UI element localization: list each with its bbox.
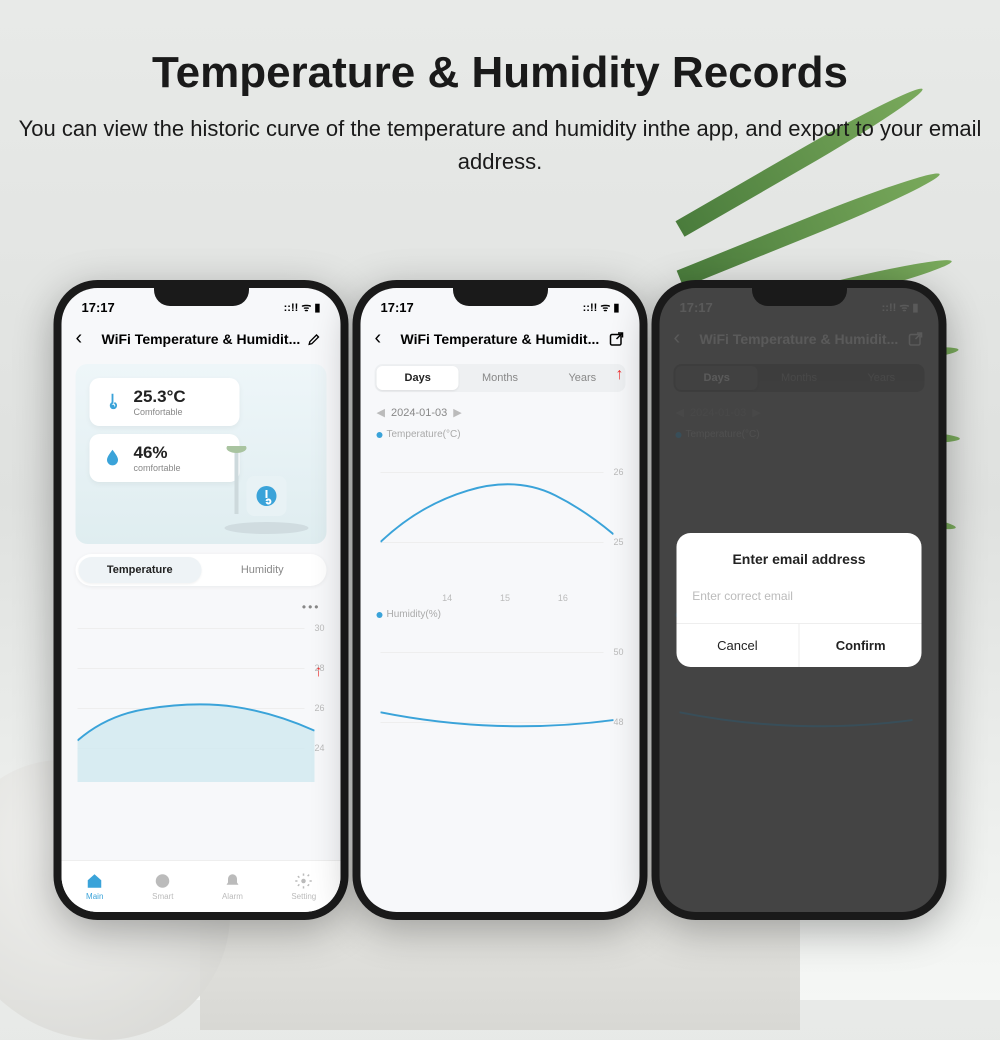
y-tick: 24 — [314, 743, 324, 753]
email-modal: Enter email address Enter correct email … — [676, 533, 922, 667]
y-tick: 30 — [314, 623, 324, 633]
y-tick: 48 — [613, 717, 623, 727]
humidity-history-chart[interactable]: 50 48 — [369, 622, 632, 787]
droplet-icon — [102, 447, 124, 469]
humidity-value: 46% — [134, 443, 181, 463]
app-title: WiFi Temperature & Humidit... — [395, 331, 608, 347]
thermometer-icon — [102, 391, 124, 413]
status-time: 17:17 — [381, 300, 414, 315]
email-modal-overlay: Enter email address Enter correct email … — [660, 288, 939, 912]
x-tick: 14 — [442, 593, 452, 603]
status-indicators: ::!! ᯤ ▮ — [284, 300, 321, 315]
temperature-chart[interactable]: 30 28 26 24 — [66, 618, 333, 788]
cancel-button[interactable]: Cancel — [676, 624, 799, 667]
y-tick: 50 — [613, 647, 623, 657]
range-years[interactable]: Years — [541, 366, 623, 390]
x-tick: 15 — [500, 593, 510, 603]
export-icon[interactable] — [608, 330, 626, 348]
temperature-card[interactable]: 25.3°C Comfortable — [90, 378, 240, 426]
x-tick: 16 — [558, 593, 568, 603]
page-title: Temperature & Humidity Records — [0, 48, 1000, 98]
phone-history-screen: 17:17 ::!! ᯤ ▮ ‹ WiFi Temperature & Humi… — [353, 280, 648, 920]
humidity-section-label: Humidity(%) — [361, 607, 640, 622]
device-illustration — [217, 446, 317, 536]
email-field[interactable]: Enter correct email — [676, 589, 922, 623]
nav-smart[interactable]: Smart — [152, 872, 173, 901]
confirm-button[interactable]: Confirm — [800, 624, 922, 667]
chevron-left-icon[interactable]: ◀ — [377, 406, 385, 419]
back-icon[interactable]: ‹ — [76, 327, 96, 350]
phone-export-modal: 17:17 ::!! ᯤ ▮ ‹ WiFi Temperature & Humi… — [652, 280, 947, 920]
edit-icon[interactable] — [307, 331, 327, 347]
temperature-history-chart[interactable]: 26 25 14 15 16 — [369, 442, 632, 607]
phone-main-screen: 17:17 ::!! ᯤ ▮ ‹ WiFi Temperature & Humi… — [54, 280, 349, 920]
y-tick: 25 — [613, 537, 623, 547]
range-segment: Days Months Years — [375, 364, 626, 392]
app-title: WiFi Temperature & Humidit... — [96, 331, 307, 347]
status-indicators: ::!! ᯤ ▮ — [583, 300, 620, 315]
chevron-right-icon[interactable]: ▶ — [453, 406, 461, 419]
metric-segment: Temperature Humidity — [76, 554, 327, 586]
nav-setting[interactable]: Setting — [291, 872, 316, 901]
temperature-status: Comfortable — [134, 407, 186, 417]
humidity-status: comfortable — [134, 463, 181, 473]
modal-title: Enter email address — [676, 533, 922, 589]
date-navigator[interactable]: ◀ 2024-01-03 ▶ — [361, 398, 640, 427]
hero-card: 25.3°C Comfortable 46% comfortable — [76, 364, 327, 544]
y-tick: 26 — [314, 703, 324, 713]
callout-arrow-icon: ↑ — [616, 366, 624, 384]
tab-temperature[interactable]: Temperature — [79, 557, 202, 583]
range-days[interactable]: Days — [377, 366, 459, 390]
status-time: 17:17 — [82, 300, 115, 315]
bottom-nav: Main Smart Alarm Setting — [62, 860, 341, 912]
nav-main[interactable]: Main — [86, 872, 104, 901]
range-months[interactable]: Months — [459, 366, 541, 390]
y-tick: 28 — [314, 663, 324, 673]
temperature-value: 25.3°C — [134, 387, 186, 407]
temperature-section-label: Temperature(°C) — [361, 427, 640, 442]
more-icon[interactable]: ••• — [62, 596, 341, 614]
y-tick: 26 — [613, 467, 623, 477]
back-icon[interactable]: ‹ — [375, 327, 395, 350]
tab-humidity[interactable]: Humidity — [201, 557, 324, 583]
page-subtitle: You can view the historic curve of the t… — [0, 112, 1000, 178]
nav-alarm[interactable]: Alarm — [222, 872, 243, 901]
date-label: 2024-01-03 — [391, 407, 447, 419]
